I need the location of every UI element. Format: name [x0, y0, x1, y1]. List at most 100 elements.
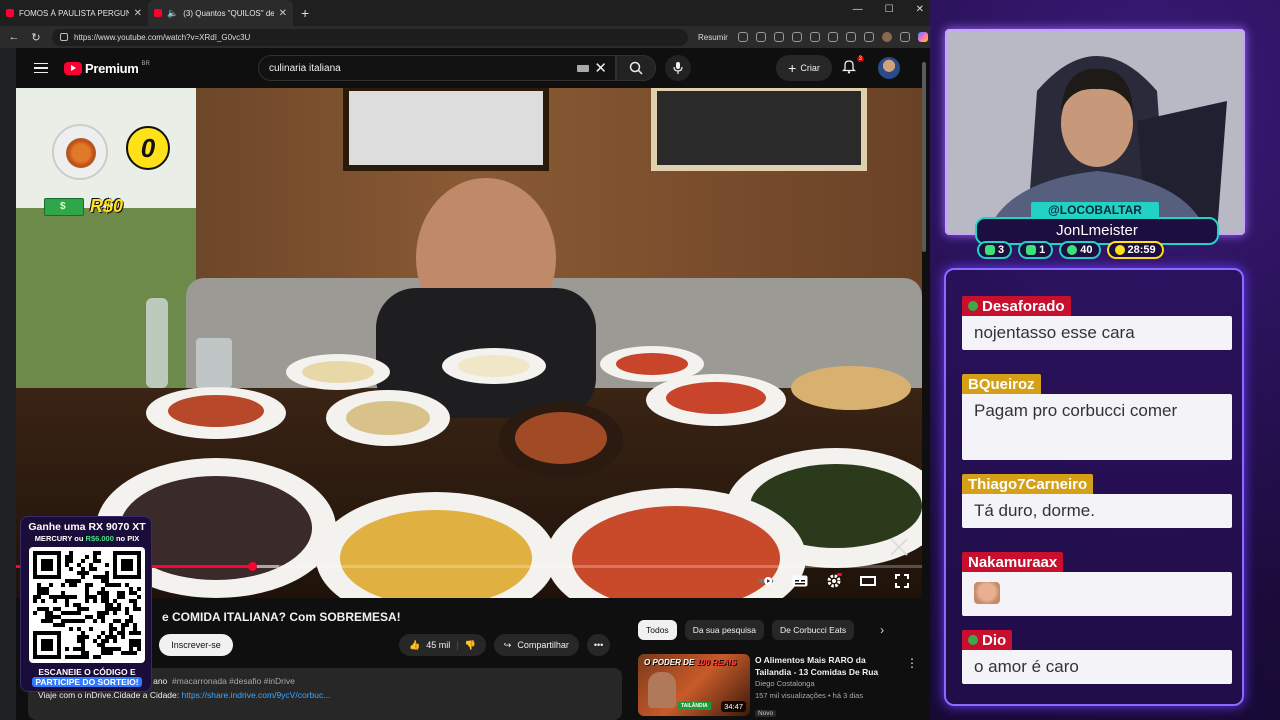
- chat-icon: [985, 245, 995, 255]
- favorite-star-icon[interactable]: [809, 32, 820, 42]
- search-button[interactable]: [616, 55, 656, 81]
- chat-username: Thiago7Carneiro: [962, 474, 1094, 494]
- favorites-icon[interactable]: [845, 32, 856, 42]
- read-aloud-icon[interactable]: [791, 32, 802, 42]
- new-badge: Novo: [755, 710, 777, 717]
- tab-close-icon[interactable]: ✕: [279, 8, 287, 19]
- recommended-title[interactable]: O Alimentos Mais RARO da Tailandia - 13 …: [755, 654, 895, 678]
- chat-message: Dio o amor é caro: [962, 630, 1232, 684]
- page-scrollbar[interactable]: [922, 62, 926, 252]
- recommended-info: O Alimentos Mais RARO da Tailandia - 13 …: [755, 654, 895, 720]
- thumbs-down-icon[interactable]: 👎: [465, 640, 476, 651]
- share-button[interactable]: ↪ Compartilhar: [493, 634, 579, 656]
- tab-quilos[interactable]: 🔈 (3) Quantos "QUILOS" de CO ✕: [148, 0, 293, 26]
- chat-message: BQueiroz Pagam pro corbucci comer: [962, 374, 1232, 460]
- stat-refresh: 40: [1059, 241, 1101, 259]
- subtitles-icon[interactable]: [792, 574, 808, 588]
- chat-emote-row: [962, 572, 1232, 616]
- subscribe-button[interactable]: Inscrever-se: [159, 634, 233, 656]
- keyboard-icon[interactable]: [577, 65, 589, 72]
- site-info-icon[interactable]: [60, 33, 68, 41]
- profile-avatar-icon[interactable]: [881, 32, 892, 42]
- stat-timer: 28:59: [1106, 241, 1164, 259]
- create-button[interactable]: + Criar: [776, 55, 832, 81]
- plus-icon: +: [788, 60, 797, 76]
- new-tab-button[interactable]: +: [293, 5, 317, 21]
- autoplay-toggle-icon[interactable]: [758, 574, 774, 588]
- user-avatar[interactable]: [878, 57, 900, 79]
- window-controls: — ☐ ✕: [853, 4, 924, 15]
- url-bar[interactable]: https://www.youtube.com/watch?v=XRdI_G0v…: [52, 28, 688, 46]
- chat-username: Dio: [962, 630, 1013, 650]
- clock-icon: [1114, 245, 1125, 255]
- copilot-icon[interactable]: [917, 32, 928, 42]
- speaker-icon[interactable]: 🔈: [167, 8, 178, 19]
- recommended-video[interactable]: O PODER DE 100 REAIS TAILÂNDIA 34:47 O A…: [638, 654, 922, 720]
- close-window-icon[interactable]: ✕: [916, 4, 924, 15]
- thumbnail-text: O PODER DE 100 REAIS: [644, 658, 737, 667]
- youtube-favicon-icon: [6, 9, 14, 17]
- thumbnail-label: TAILÂNDIA: [678, 702, 711, 710]
- stat-chat: 3: [977, 241, 1013, 259]
- reader-icon[interactable]: [737, 32, 748, 42]
- menu-icon[interactable]: [34, 62, 48, 74]
- maximize-icon[interactable]: ☐: [885, 4, 894, 15]
- chip-da-sua-pesquisa[interactable]: Da sua pesquisa: [684, 620, 765, 640]
- address-toolbar: ← ↻ https://www.youtube.com/watch?v=XRdI…: [0, 26, 930, 48]
- recommended-channel[interactable]: Diego Costalonga: [755, 678, 895, 690]
- tab-bar: FOMOS À PAULISTA PERGUNTAR ✕ 🔈 (3) Quant…: [0, 0, 930, 26]
- recommended-menu-icon[interactable]: ⋮: [906, 656, 918, 670]
- notification-badge: 3: [856, 56, 864, 62]
- chip-todos[interactable]: Todos: [638, 620, 677, 640]
- settings-gear-icon[interactable]: [826, 573, 842, 588]
- hashtags[interactable]: #macarronada #desafio #inDrive: [172, 676, 295, 686]
- fullscreen-icon[interactable]: [894, 574, 910, 588]
- back-icon[interactable]: ←: [8, 31, 20, 43]
- video-icon: [1026, 245, 1037, 255]
- voice-search-button[interactable]: [665, 55, 691, 81]
- clear-search-icon[interactable]: ✕: [594, 59, 607, 77]
- chat-username: Nakamuraax: [962, 552, 1064, 572]
- thumbs-up-icon: 👍: [409, 639, 421, 650]
- recommended-thumbnail[interactable]: O PODER DE 100 REAIS TAILÂNDIA 34:47: [638, 654, 750, 716]
- apps-icon[interactable]: [755, 32, 766, 42]
- giveaway-promo: Ganhe uma RX 9070 XT MERCURY ou R$6.000 …: [20, 516, 152, 692]
- more-actions-button[interactable]: •••: [586, 634, 611, 656]
- streamer-handle: @LOCOBALTAR: [1031, 202, 1159, 218]
- search-value: culinaria italiana: [269, 62, 341, 74]
- close-overlay-icon[interactable]: [888, 536, 910, 558]
- theater-mode-icon[interactable]: [860, 574, 876, 588]
- create-label: Criar: [800, 63, 820, 73]
- youtube-page: Premium BR culinaria italiana ✕ + Criar: [16, 48, 930, 720]
- like-button[interactable]: 👍 45 mil | 👎: [399, 634, 486, 656]
- minimize-icon[interactable]: —: [853, 4, 863, 15]
- score-counter: 0: [126, 126, 170, 170]
- more-icon[interactable]: [899, 32, 910, 42]
- tab-paulista[interactable]: FOMOS À PAULISTA PERGUNTAR ✕: [0, 0, 148, 26]
- chevron-right-icon[interactable]: ›: [880, 623, 884, 637]
- youtube-logo[interactable]: Premium BR: [64, 61, 150, 76]
- promo-footer-line-1: ESCANEIE O CÓDIGO E: [38, 667, 136, 677]
- promo-subline: MERCURY ou R$6.000 no PIX: [34, 534, 140, 543]
- badge-icon: [968, 635, 978, 645]
- youtube-favicon-icon: [154, 9, 162, 17]
- pasta-plate-icon: [52, 124, 108, 180]
- chip-de-corbucci-eats[interactable]: De Corbucci Eats: [772, 620, 855, 640]
- reload-icon[interactable]: ↻: [30, 31, 42, 44]
- search-input[interactable]: culinaria italiana ✕: [258, 55, 616, 81]
- chat-username: BQueiroz: [962, 374, 1041, 394]
- logo-country: BR: [141, 61, 150, 67]
- chat-text: Tá duro, dorme.: [962, 494, 1232, 528]
- zoom-icon[interactable]: [773, 32, 784, 42]
- refresh-extension-icon[interactable]: [827, 32, 838, 42]
- resumir-button[interactable]: Resumir: [698, 33, 728, 42]
- tab-close-icon[interactable]: ✕: [134, 8, 142, 19]
- chat-username: Desaforado: [962, 296, 1071, 316]
- tab-title: FOMOS À PAULISTA PERGUNTAR: [19, 8, 129, 18]
- qr-code: [29, 547, 145, 663]
- badge-icon: [968, 301, 978, 311]
- description-link[interactable]: https://share.indrive.com/9ycV/corbuc...: [182, 690, 331, 700]
- scrubber-handle[interactable]: [247, 562, 257, 571]
- notifications-button[interactable]: 3: [841, 56, 864, 78]
- collections-icon[interactable]: [863, 32, 874, 42]
